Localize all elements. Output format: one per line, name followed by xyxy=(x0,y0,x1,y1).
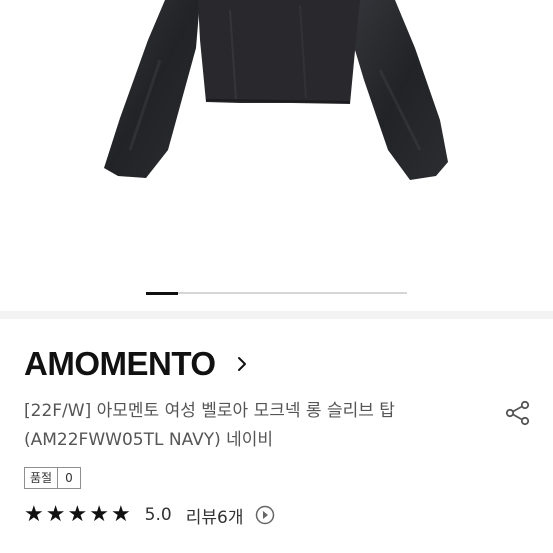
star-icon: ★ xyxy=(67,502,88,527)
brand-name: AMOMENTO xyxy=(24,345,216,382)
rating-row: ★ ★ ★ ★ ★ 5.0 리뷰6개 xyxy=(24,502,275,528)
stock-badge-label: 품절 xyxy=(25,468,59,488)
chevron-right-icon xyxy=(234,356,250,372)
review-link-button[interactable] xyxy=(255,505,275,525)
star-icon: ★ xyxy=(24,502,44,527)
product-title-line-1: [22F/W] 아모멘토 여성 벨로아 모크넥 롱 슬리브 탑 xyxy=(24,401,395,421)
product-photo xyxy=(104,0,448,180)
product-title: [22F/W] 아모멘토 여성 벨로아 모크넥 롱 슬리브 탑 (AM22FWW… xyxy=(24,397,464,455)
product-title-line-2: (AM22FWW05TL NAVY) 네이비 xyxy=(24,430,274,450)
share-icon xyxy=(505,400,530,426)
star-icon: ★ xyxy=(110,502,131,527)
section-divider xyxy=(0,311,553,319)
brand-link[interactable]: AMOMENTO xyxy=(24,344,250,384)
carousel-progress-indicator xyxy=(146,291,178,295)
review-count-link[interactable]: 리뷰6개 xyxy=(186,503,244,528)
rating-stars: ★ ★ ★ ★ ★ xyxy=(24,502,131,528)
product-image-carousel[interactable] xyxy=(0,0,553,305)
rating-score: 5.0 xyxy=(144,505,172,525)
star-icon: ★ xyxy=(89,502,109,527)
star-icon: ★ xyxy=(45,502,66,527)
carousel-progress xyxy=(146,291,407,295)
stock-badge-value: 0 xyxy=(65,471,73,485)
share-button[interactable] xyxy=(502,397,534,429)
circle-play-icon xyxy=(256,505,275,525)
stock-badge: 품절 0 xyxy=(24,467,81,489)
